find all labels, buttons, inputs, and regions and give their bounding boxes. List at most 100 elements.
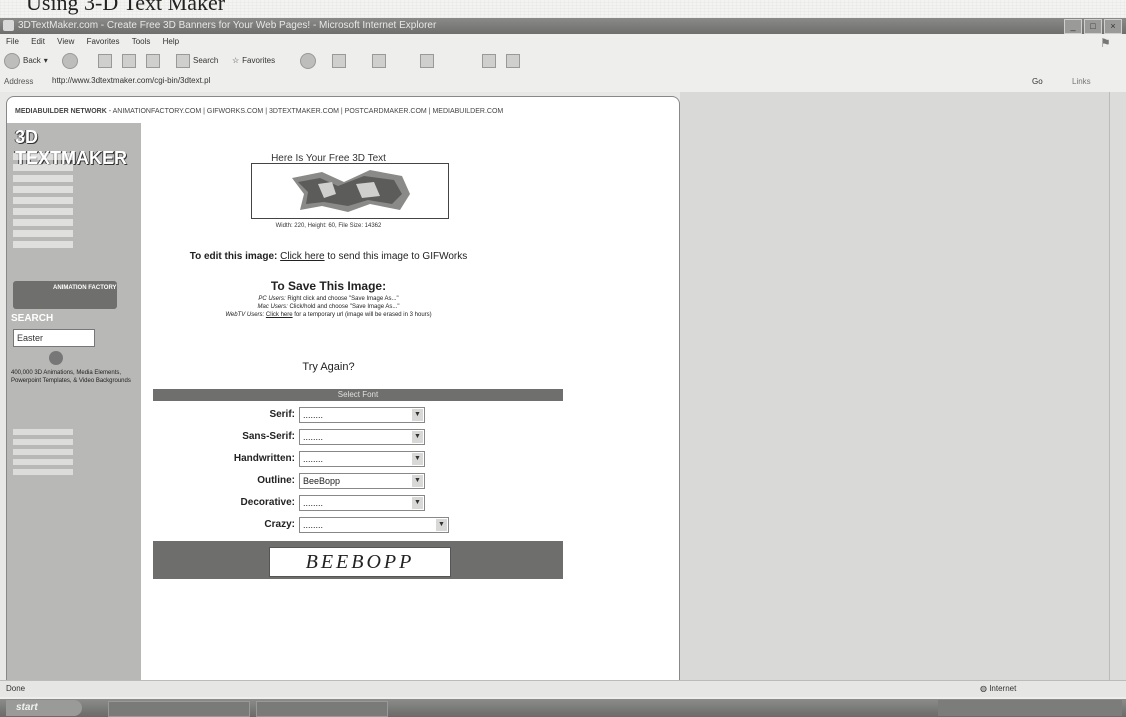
serif-font-value: ........ (303, 410, 324, 420)
handwritten-font-select[interactable]: ........ ▼ (299, 451, 425, 467)
save-pc-label: PC Users: (258, 296, 286, 302)
close-button[interactable]: × (1104, 19, 1122, 34)
back-label: Back (23, 56, 41, 65)
media-button[interactable] (300, 53, 316, 69)
save-pc-line: PC Users: Right click and choose "Save I… (141, 295, 516, 303)
research-button[interactable] (506, 54, 520, 68)
sidebar-nav-lower (13, 429, 73, 479)
decorative-font-value: ........ (303, 498, 324, 508)
font-label-handwritten: Handwritten: (233, 453, 295, 464)
sidebar-nav-link[interactable] (13, 429, 73, 435)
crazy-font-select[interactable]: ........ ▼ (299, 517, 449, 533)
edit-click-here-link[interactable]: Click here (280, 251, 324, 262)
home-icon (146, 54, 160, 68)
sidebar-nav-link[interactable] (13, 208, 73, 215)
search-icon (176, 54, 190, 68)
menu-favorites[interactable]: Favorites (87, 37, 120, 46)
stop-button[interactable] (98, 54, 112, 68)
edit-button[interactable] (420, 54, 434, 68)
messenger-button[interactable] (482, 54, 496, 68)
outline-font-select[interactable]: BeeBopp ▼ (299, 473, 425, 489)
webtv-click-here-link[interactable]: Click here (266, 312, 293, 318)
promo-text: 400,000 3D Animations, Media Elements, P… (11, 370, 131, 384)
ie-icon (3, 20, 14, 31)
toolbar: Back ▾ Search ☆ Favorites (0, 50, 1126, 72)
sidebar-nav-link[interactable] (13, 153, 73, 160)
network-links[interactable]: - ANIMATIONFACTORY.COM | GIFWORKS.COM | … (107, 108, 504, 115)
animation-factory-badge[interactable]: ANIMATION FACTORY (13, 281, 117, 309)
edit-instructions: To edit this image: Click here to send t… (141, 251, 516, 262)
sidebar-nav-link[interactable] (13, 449, 73, 455)
links-button[interactable]: Links (1072, 75, 1091, 89)
sidebar-nav-link[interactable] (13, 186, 73, 193)
viewport: MEDIABUILDER NETWORK - ANIMATIONFACTORY.… (0, 92, 1110, 682)
menu-view[interactable]: View (57, 37, 74, 46)
menu-edit[interactable]: Edit (31, 37, 45, 46)
sans-serif-font-select[interactable]: ........ ▼ (299, 429, 425, 445)
forward-button[interactable] (62, 53, 78, 69)
sidebar-nav-link[interactable] (13, 197, 73, 204)
save-pc-text: Right click and choose "Save Image As...… (285, 296, 399, 302)
sidebar-nav-link[interactable] (13, 459, 73, 465)
edit-prefix: To edit this image: (189, 251, 278, 262)
decorative-font-select[interactable]: ........ ▼ (299, 495, 425, 511)
window-title: 3DTextMaker.com - Create Free 3D Banners… (18, 20, 437, 31)
back-button[interactable]: Back ▾ (4, 53, 48, 69)
security-zone-label: Internet (989, 684, 1017, 693)
chevron-down-icon: ▼ (412, 409, 423, 421)
sidebar-nav-link[interactable] (13, 439, 73, 445)
edit-suffix: to send this image to GIFWorks (324, 251, 468, 262)
network-bar: MEDIABUILDER NETWORK - ANIMATIONFACTORY.… (7, 105, 679, 119)
forward-arrow-icon (62, 53, 78, 69)
windows-flag-icon: ⚑ (1100, 36, 1111, 50)
try-again-link[interactable]: Try Again? (141, 361, 516, 373)
generated-3d-text-preview[interactable] (251, 163, 449, 219)
print-icon (372, 54, 386, 68)
search-label: Search (193, 56, 219, 65)
taskbar-item[interactable] (108, 701, 250, 717)
mail-button[interactable] (332, 54, 346, 68)
menu-help[interactable]: Help (163, 37, 179, 46)
start-button[interactable]: start (6, 700, 82, 716)
font-row-crazy: Crazy: ........ ▼ (153, 515, 563, 535)
serif-font-select[interactable]: ........ ▼ (299, 407, 425, 423)
font-label-serif: Serif: (269, 409, 295, 420)
font-row-outline: Outline: BeeBopp ▼ (153, 471, 563, 491)
vertical-scrollbar[interactable] (1109, 92, 1126, 680)
maximize-button[interactable]: □ (1084, 19, 1102, 34)
menu-file[interactable]: File (6, 37, 19, 46)
media-icon (300, 53, 316, 69)
minimize-button[interactable]: _ (1064, 19, 1082, 34)
favorites-button[interactable]: ☆ Favorites (232, 54, 275, 68)
webpage: MEDIABUILDER NETWORK - ANIMATIONFACTORY.… (6, 96, 680, 682)
print-button[interactable] (372, 54, 386, 68)
title-bar: 3DTextMaker.com - Create Free 3D Banners… (0, 18, 1126, 34)
favorites-star-icon: ☆ (232, 56, 240, 65)
sidebar-nav-link[interactable] (13, 175, 73, 182)
search-button[interactable]: Search (176, 54, 218, 68)
mail-icon (332, 54, 346, 68)
sidebar-nav-link[interactable] (13, 230, 73, 237)
refresh-button[interactable] (122, 54, 136, 68)
taskbar-item[interactable] (256, 701, 388, 717)
address-input[interactable]: http://www.3dtextmaker.com/cgi-bin/3dtex… (52, 75, 1052, 87)
address-label: Address (4, 77, 34, 86)
home-button[interactable] (146, 54, 160, 68)
crazy-font-value: ........ (303, 520, 324, 530)
search-go-icon[interactable] (49, 351, 63, 365)
sidebar-nav-link[interactable] (13, 241, 73, 248)
back-dropdown-icon: ▾ (43, 56, 48, 65)
sidebar-nav-link[interactable] (13, 469, 73, 475)
image-dimensions: Width: 220, Height: 60, File Size: 14362 (275, 223, 382, 229)
go-button[interactable]: Go (1032, 75, 1043, 89)
font-label-outline: Outline: (257, 475, 295, 486)
menu-bar: File Edit View Favorites Tools Help (0, 35, 1126, 49)
back-arrow-icon (4, 53, 20, 69)
sidebar-nav-link[interactable] (13, 219, 73, 226)
address-bar: Address http://www.3dtextmaker.com/cgi-b… (0, 75, 1126, 89)
font-row-sans-serif: Sans-Serif: ........ ▼ (153, 427, 563, 447)
sidebar-nav-link[interactable] (13, 164, 73, 171)
sidebar-search-input[interactable]: Easter (13, 329, 95, 347)
main-content: Here Is Your Free 3D Text Width: 220, He… (141, 123, 679, 681)
menu-tools[interactable]: Tools (132, 37, 151, 46)
